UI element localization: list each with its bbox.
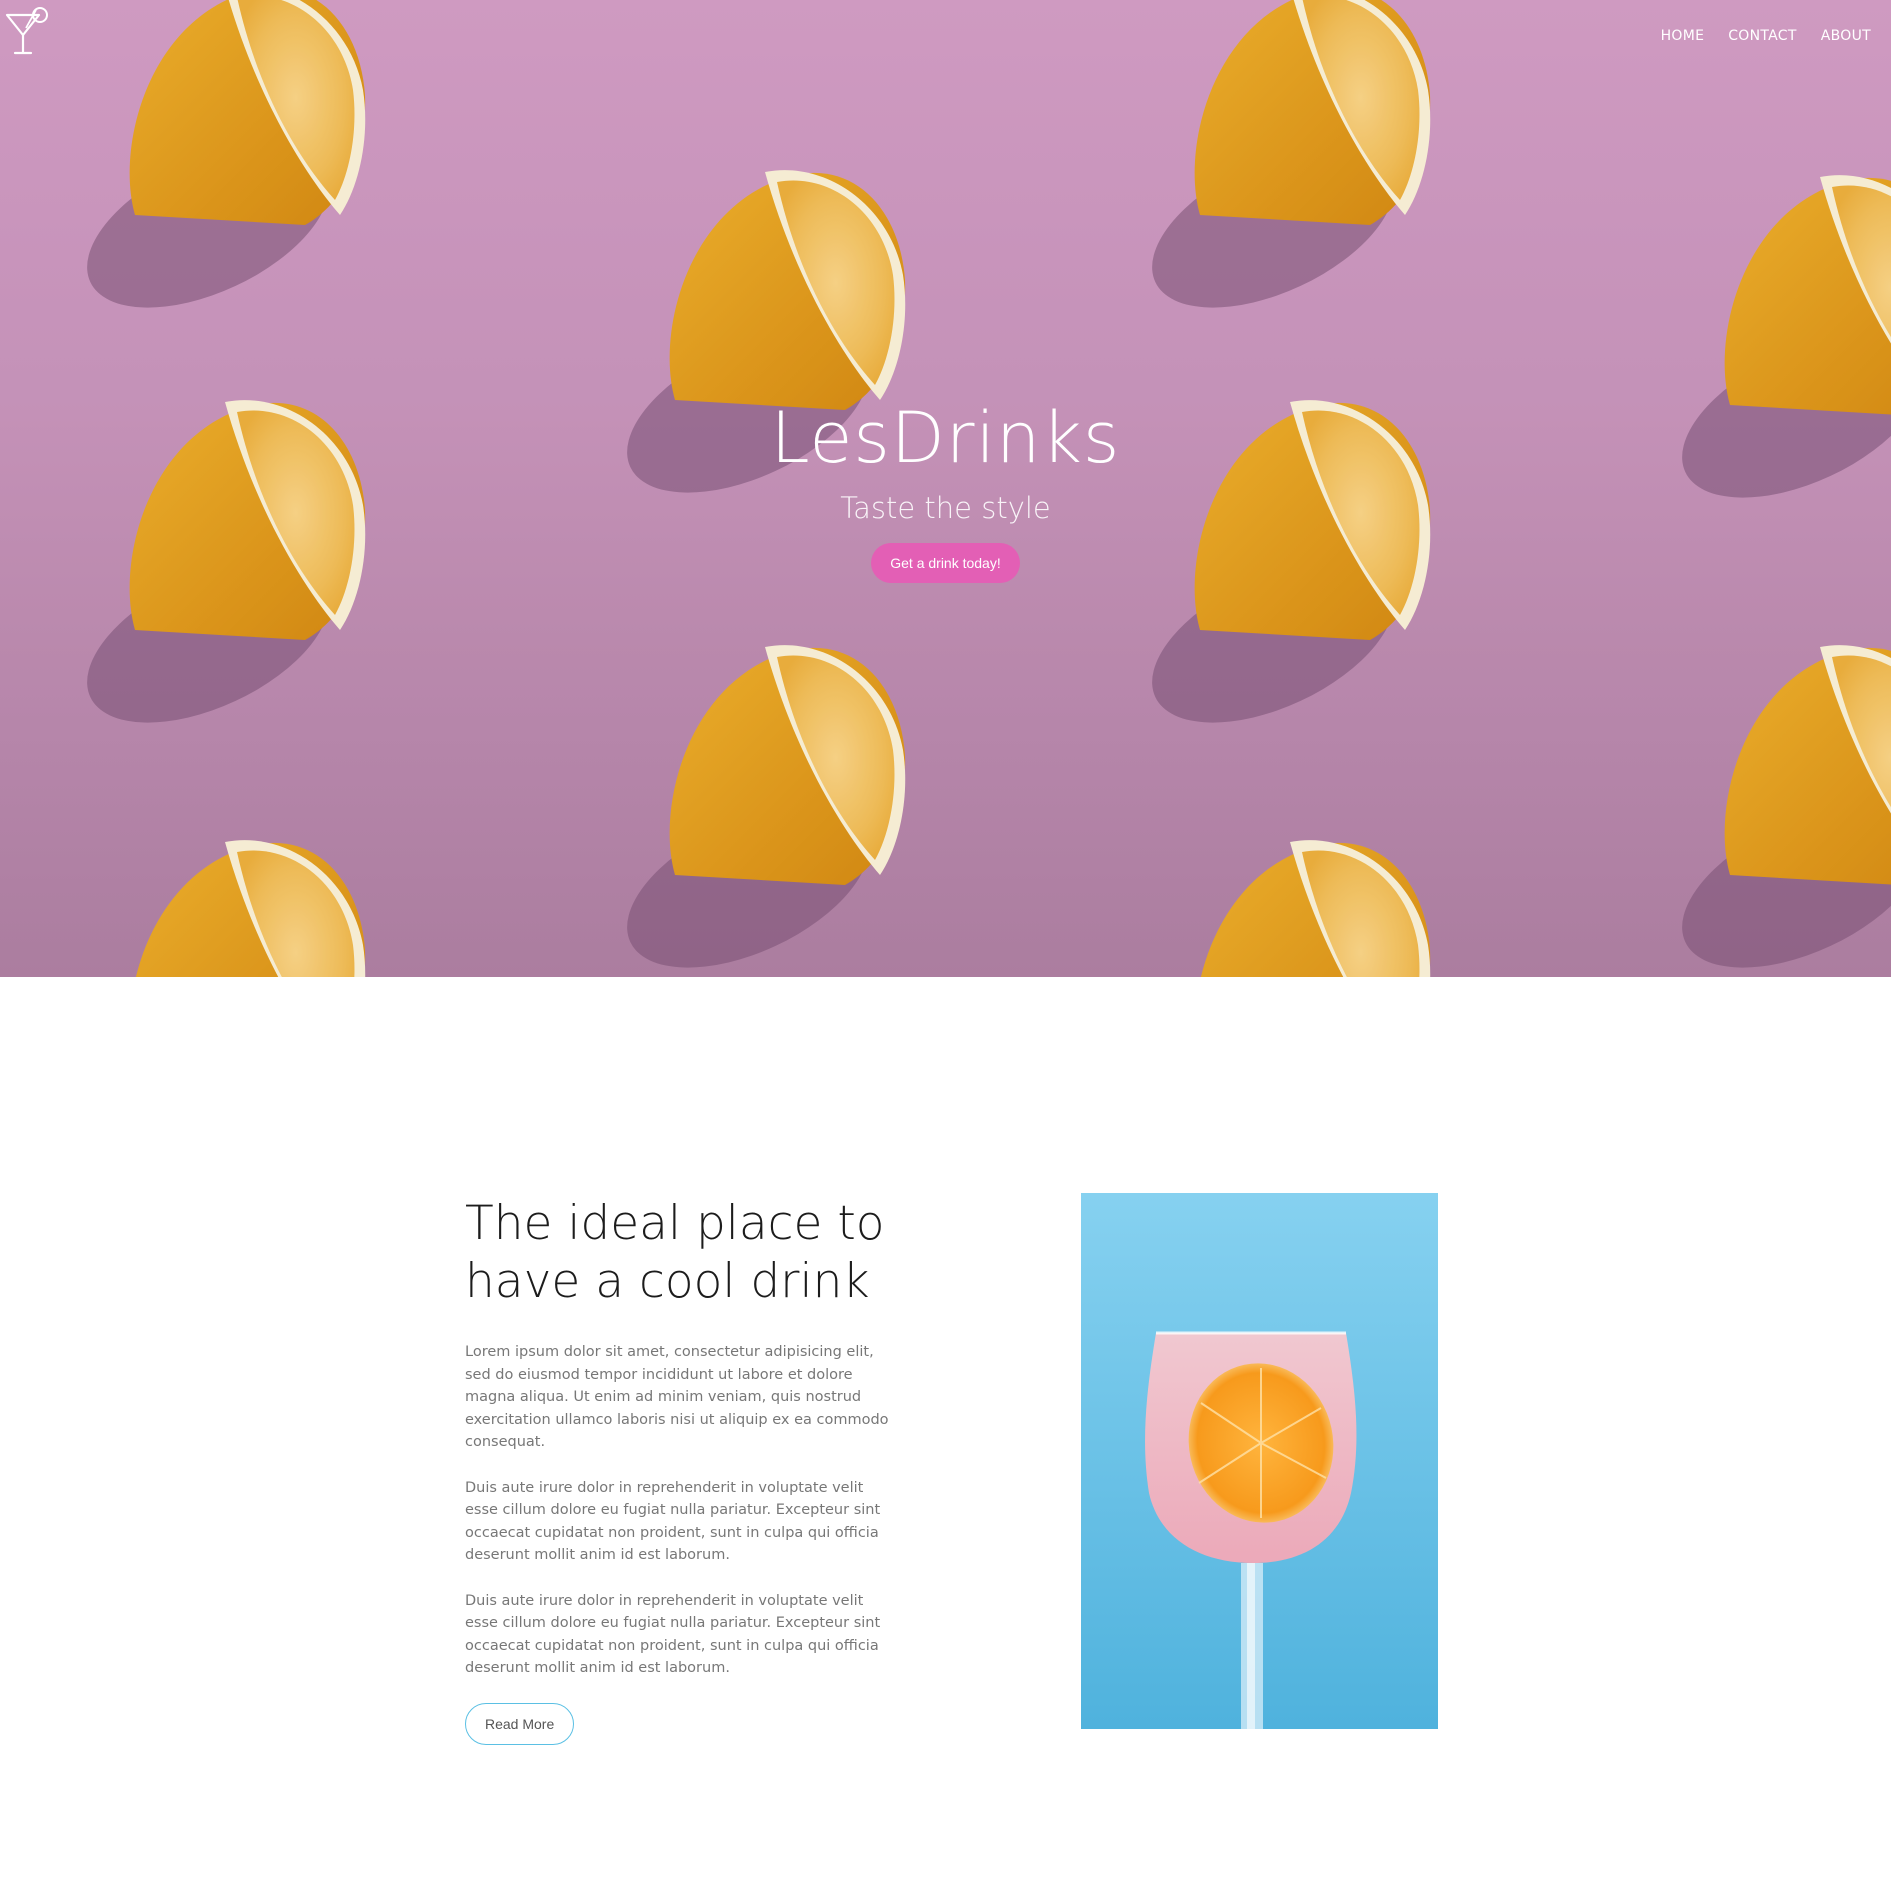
main-nav: HOME CONTACT ABOUT xyxy=(1661,28,1871,44)
about-paragraph-1: Lorem ipsum dolor sit amet, consectetur … xyxy=(465,1344,889,1450)
hero-content: LesDrinks Taste the style Get a drink to… xyxy=(0,395,1891,583)
nav-contact-link[interactable]: CONTACT xyxy=(1728,28,1797,44)
about-paragraph-2: Duis aute irure dolor in reprehenderit i… xyxy=(465,1479,881,1564)
about-heading-line-2: have a cool drink xyxy=(465,1254,870,1309)
hero-subtitle: Taste the style xyxy=(840,491,1051,525)
about-paragraph-3: Duis aute irure dolor in reprehenderit i… xyxy=(465,1592,881,1677)
hero-title: LesDrinks xyxy=(770,397,1121,479)
get-a-drink-button[interactable]: Get a drink today! xyxy=(871,543,1020,583)
hero-section: HOME CONTACT ABOUT LesDrinks Taste the s… xyxy=(0,0,1891,977)
about-heading: The ideal place to have a cool drink xyxy=(465,1195,895,1311)
nav-home-link[interactable]: HOME xyxy=(1661,28,1705,44)
about-text-column: The ideal place to have a cool drink Lor… xyxy=(465,1195,895,1745)
read-more-button[interactable]: Read More xyxy=(465,1702,575,1745)
about-heading-line-1: The ideal place to xyxy=(465,1196,885,1251)
nav-about-link[interactable]: ABOUT xyxy=(1821,28,1871,44)
cocktail-glass-icon[interactable] xyxy=(4,6,50,56)
cocktail-photo xyxy=(1081,1193,1438,1729)
